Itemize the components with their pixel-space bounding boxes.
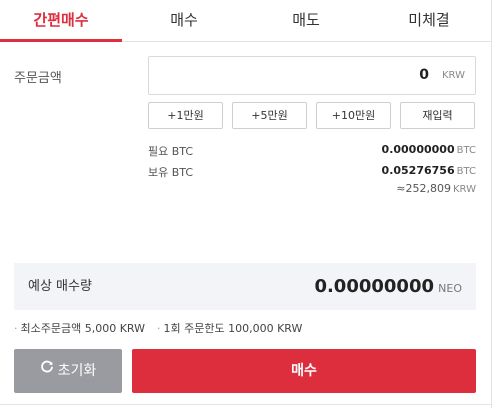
required-btc-value: 0.00000000 [381, 143, 455, 156]
reenter-button[interactable]: 재입력 [400, 102, 475, 129]
holding-krw-unit: KRW [453, 184, 476, 195]
required-btc-label: 필요 BTC [148, 145, 194, 158]
holding-btc-label: 보유 BTC [148, 166, 194, 179]
bullet-dot: · [157, 322, 161, 335]
panel-bottom-border [0, 404, 491, 405]
max-order-note: 1회 주문한도 100,000 KRW [163, 322, 303, 335]
tab-simple-buy[interactable]: 간편매수 [0, 0, 122, 42]
holding-btc-unit: BTC [456, 166, 476, 177]
estimated-quantity-unit: NEO [438, 282, 462, 295]
order-amount-field[interactable]: KRW [148, 56, 476, 95]
buy-button[interactable]: 매수 [132, 349, 476, 393]
required-btc-unit: BTC [456, 145, 476, 156]
add-10k-button[interactable]: +1만원 [148, 102, 223, 129]
add-50k-button[interactable]: +5만원 [232, 102, 307, 129]
reset-button-label: 초기화 [57, 363, 97, 379]
reset-button[interactable]: 초기화 [14, 349, 122, 393]
min-order-note: 최소주문금액 5,000 KRW [20, 322, 146, 335]
panel-right-border [491, 0, 492, 408]
order-amount-unit: KRW [442, 70, 465, 81]
estimated-quantity-value: 0.00000000 [314, 276, 434, 297]
estimated-quantity-panel: 예상 매수량 0.00000000 NEO [14, 263, 476, 310]
tab-sell[interactable]: 매도 [245, 0, 367, 42]
holding-btc-value: 0.05276756 [381, 164, 455, 177]
holding-krw-value: ≈252,809 [396, 182, 451, 195]
tab-buy[interactable]: 매수 [123, 0, 245, 42]
estimated-quantity-label: 예상 매수량 [28, 279, 92, 294]
order-tabs: 간편매수 매수 매도 미체결 [0, 0, 491, 42]
tab-open-orders[interactable]: 미체결 [368, 0, 490, 42]
order-limits-note: · 최소주문금액 5,000 KRW · 1회 주문한도 100,000 KRW [14, 320, 302, 336]
refresh-icon [40, 348, 54, 392]
bullet-dot: · [14, 322, 18, 335]
order-amount-label: 주문금액 [14, 71, 62, 86]
order-amount-input[interactable] [229, 57, 429, 94]
add-100k-button[interactable]: +10만원 [316, 102, 391, 129]
